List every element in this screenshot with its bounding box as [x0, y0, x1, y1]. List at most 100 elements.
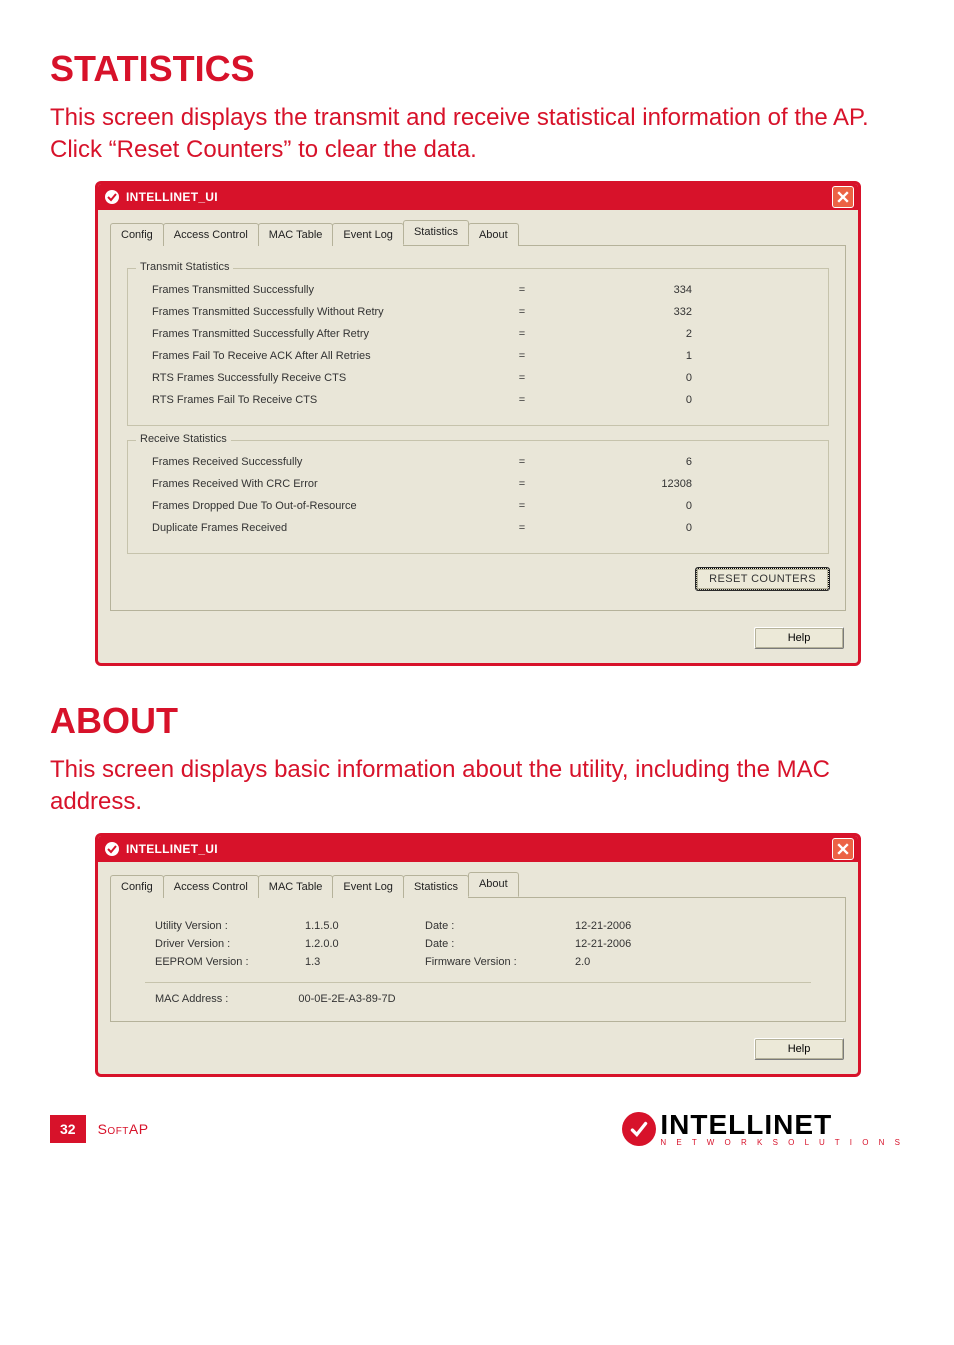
groupbox-title-transmit: Transmit Statistics: [136, 261, 233, 273]
stat-label: Duplicate Frames Received: [142, 522, 492, 534]
brand-tagline: N E T W O R K S O L U T I O N S: [660, 1139, 904, 1147]
firmware-version-label: Firmware Version :: [425, 956, 575, 968]
tab-panel-statistics: Transmit Statistics Frames Transmitted S…: [110, 246, 846, 611]
stat-row: Frames Received With CRC Error=12308: [142, 473, 814, 495]
driver-version-value: 1.2.0.0: [305, 938, 425, 950]
equals-sign: =: [492, 394, 552, 406]
stat-value: 0: [552, 500, 732, 512]
tab-event-log[interactable]: Event Log: [332, 875, 404, 898]
close-icon: [837, 191, 849, 203]
help-button[interactable]: Help: [754, 1038, 844, 1060]
brand-name: INTELLINET: [660, 1111, 904, 1139]
stat-value: 332: [552, 306, 732, 318]
reset-counters-button[interactable]: RESET COUNTERS: [696, 568, 829, 590]
stat-value: 2: [552, 328, 732, 340]
equals-sign: =: [492, 456, 552, 468]
stat-value: 334: [552, 284, 732, 296]
stat-row: Frames Transmitted Successfully After Re…: [142, 323, 814, 345]
window-about: INTELLINET_UI Config Access Control MAC …: [95, 833, 861, 1077]
stat-label: Frames Received Successfully: [142, 456, 492, 468]
window-statistics: INTELLINET_UI Config Access Control MAC …: [95, 181, 861, 666]
section-body-statistics: This screen displays the transmit and re…: [50, 102, 904, 167]
tab-access-control[interactable]: Access Control: [163, 875, 259, 898]
tab-statistics[interactable]: Statistics: [403, 220, 469, 245]
equals-sign: =: [492, 372, 552, 384]
stat-label: RTS Frames Successfully Receive CTS: [142, 372, 492, 384]
equals-sign: =: [492, 522, 552, 534]
brand-logo: INTELLINET N E T W O R K S O L U T I O N…: [622, 1111, 904, 1147]
tab-strip: Config Access Control MAC Table Event Lo…: [110, 220, 846, 246]
stat-label: RTS Frames Fail To Receive CTS: [142, 394, 492, 406]
stat-value: 6: [552, 456, 732, 468]
equals-sign: =: [492, 350, 552, 362]
utility-date-value: 12-21-2006: [575, 920, 695, 932]
titlebar: INTELLINET_UI: [98, 836, 858, 862]
stat-row: Frames Dropped Due To Out-of-Resource=0: [142, 495, 814, 517]
page-footer: 32 SoftAP INTELLINET N E T W O R K S O L…: [50, 1111, 904, 1147]
equals-sign: =: [492, 328, 552, 340]
section-heading-statistics: STATISTICS: [50, 48, 904, 90]
tab-statistics[interactable]: Statistics: [403, 875, 469, 898]
mac-address-value: 00-0E-2E-A3-89-7D: [298, 993, 395, 1005]
stat-label: Frames Transmitted Successfully: [142, 284, 492, 296]
equals-sign: =: [492, 284, 552, 296]
tab-config[interactable]: Config: [110, 875, 164, 898]
stat-value: 12308: [552, 478, 732, 490]
stat-label: Frames Transmitted Successfully After Re…: [142, 328, 492, 340]
stat-label: Frames Dropped Due To Out-of-Resource: [142, 500, 492, 512]
page-number: 32: [50, 1115, 86, 1143]
tab-mac-table[interactable]: MAC Table: [258, 875, 334, 898]
titlebar: INTELLINET_UI: [98, 184, 858, 210]
firmware-version-value: 2.0: [575, 956, 695, 968]
groupbox-title-receive: Receive Statistics: [136, 433, 231, 445]
stat-value: 0: [552, 522, 732, 534]
close-icon: [837, 843, 849, 855]
stat-row: Frames Transmitted Successfully=334: [142, 279, 814, 301]
close-button[interactable]: [832, 186, 854, 208]
eeprom-version-label: EEPROM Version :: [155, 956, 305, 968]
equals-sign: =: [492, 306, 552, 318]
window-title: INTELLINET_UI: [126, 842, 218, 856]
stat-label: Frames Received With CRC Error: [142, 478, 492, 490]
stat-value: 0: [552, 394, 732, 406]
stat-row: Duplicate Frames Received=0: [142, 517, 814, 539]
stat-value: 1: [552, 350, 732, 362]
equals-sign: =: [492, 478, 552, 490]
date-label: Date :: [425, 938, 575, 950]
section-body-about: This screen displays basic information a…: [50, 754, 904, 819]
stat-row: Frames Fail To Receive ACK After All Ret…: [142, 345, 814, 367]
tab-event-log[interactable]: Event Log: [332, 223, 404, 246]
tab-panel-about: Utility Version : 1.1.5.0 Date : 12-21-2…: [110, 898, 846, 1022]
eeprom-version-value: 1.3: [305, 956, 425, 968]
tab-config[interactable]: Config: [110, 223, 164, 246]
stat-label: Frames Transmitted Successfully Without …: [142, 306, 492, 318]
stat-value: 0: [552, 372, 732, 384]
stat-label: Frames Fail To Receive ACK After All Ret…: [142, 350, 492, 362]
groupbox-receive: Receive Statistics Frames Received Succe…: [127, 440, 829, 554]
section-heading-about: ABOUT: [50, 700, 904, 742]
app-icon: [104, 189, 120, 205]
equals-sign: =: [492, 500, 552, 512]
groupbox-transmit: Transmit Statistics Frames Transmitted S…: [127, 268, 829, 426]
tab-access-control[interactable]: Access Control: [163, 223, 259, 246]
stat-row: RTS Frames Fail To Receive CTS=0: [142, 389, 814, 411]
date-label: Date :: [425, 920, 575, 932]
separator: [145, 982, 811, 983]
driver-date-value: 12-21-2006: [575, 938, 695, 950]
tab-strip: Config Access Control MAC Table Event Lo…: [110, 872, 846, 898]
driver-version-label: Driver Version :: [155, 938, 305, 950]
stat-row: RTS Frames Successfully Receive CTS=0: [142, 367, 814, 389]
brand-mark-icon: [622, 1112, 656, 1146]
stat-row: Frames Received Successfully=6: [142, 451, 814, 473]
stat-row: Frames Transmitted Successfully Without …: [142, 301, 814, 323]
tab-about[interactable]: About: [468, 872, 519, 897]
app-icon: [104, 841, 120, 857]
close-button[interactable]: [832, 838, 854, 860]
utility-version-label: Utility Version :: [155, 920, 305, 932]
help-button[interactable]: Help: [754, 627, 844, 649]
window-title: INTELLINET_UI: [126, 190, 218, 204]
footer-section-name: SoftAP: [98, 1121, 149, 1137]
mac-address-label: MAC Address :: [155, 993, 228, 1005]
tab-mac-table[interactable]: MAC Table: [258, 223, 334, 246]
tab-about[interactable]: About: [468, 223, 519, 246]
